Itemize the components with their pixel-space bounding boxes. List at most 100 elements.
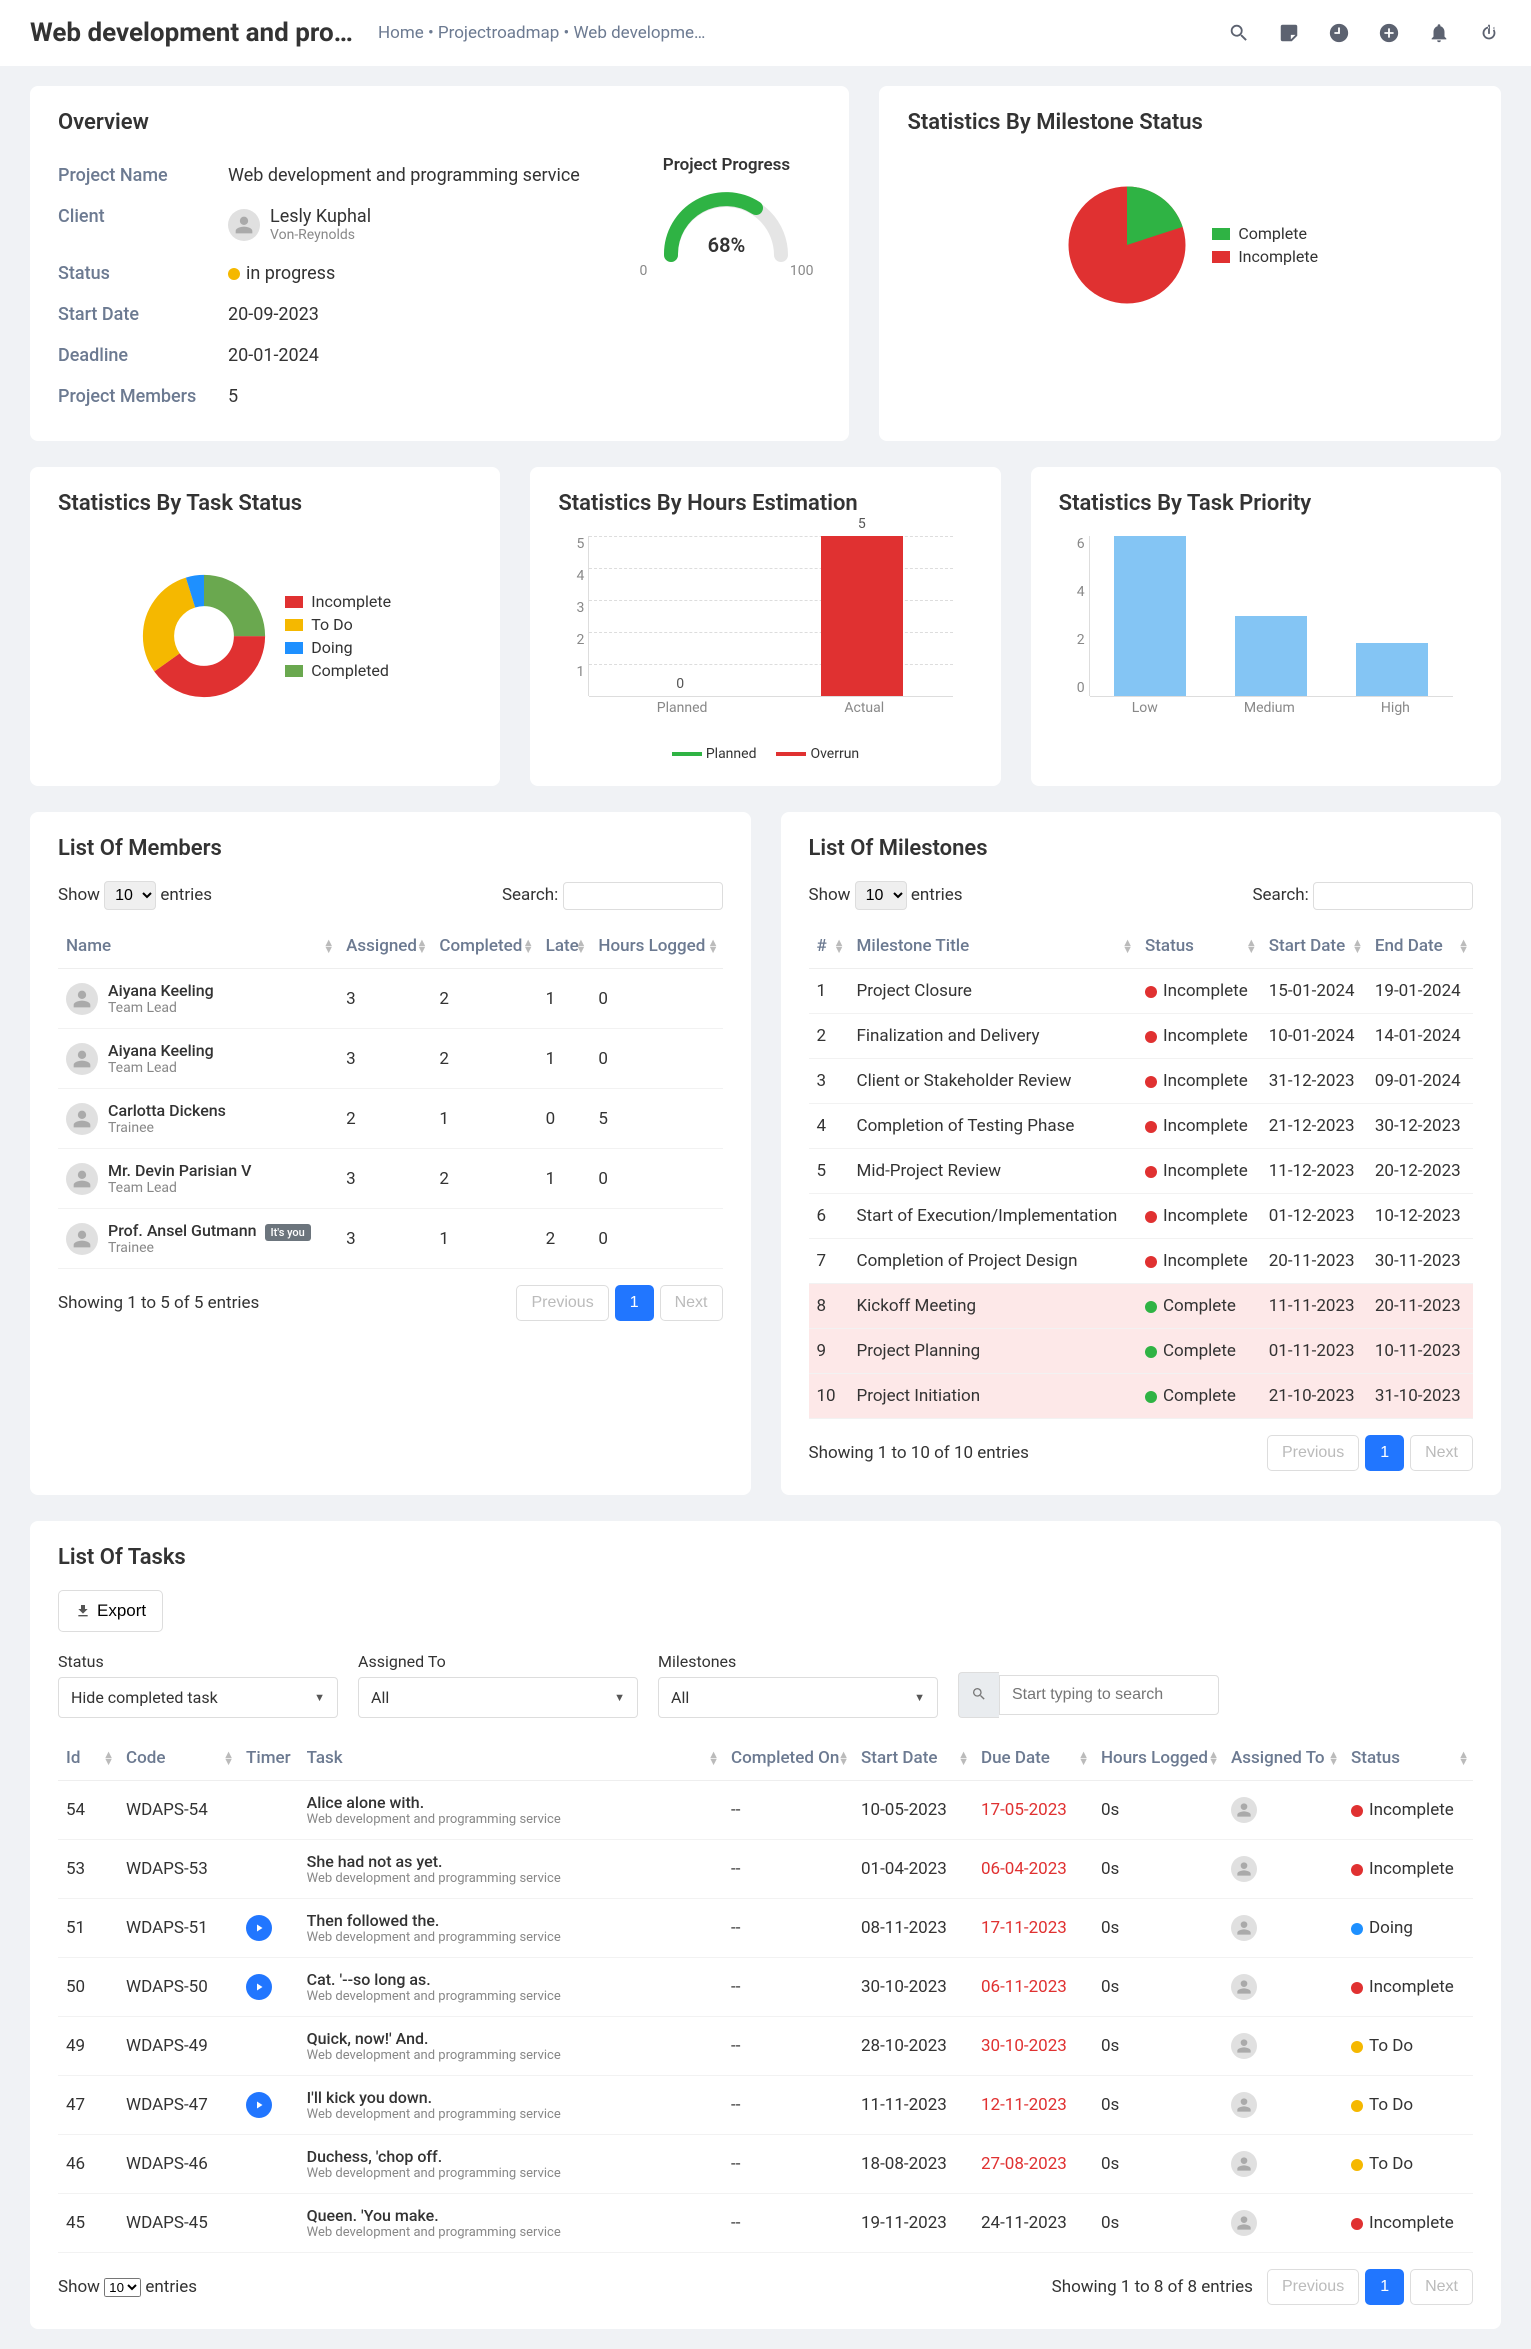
members-page-1[interactable]: 1 — [615, 1285, 654, 1321]
table-row: Mr. Devin Parisian VTeam Lead 3210 — [58, 1149, 723, 1209]
avatar — [66, 1223, 98, 1255]
milestone-stats-card: Statistics By Milestone Status Complete … — [879, 86, 1501, 441]
table-row: 6 Start of Execution/Implementation Inco… — [809, 1194, 1474, 1239]
milestones-search-input[interactable] — [1313, 882, 1473, 910]
tasks-search-input[interactable] — [999, 1675, 1219, 1715]
status-dot — [1145, 1391, 1157, 1403]
status-dot — [1145, 986, 1157, 998]
add-icon[interactable] — [1377, 21, 1401, 45]
breadcrumb-home[interactable]: Home — [378, 23, 424, 43]
status-filter[interactable]: Hide completed task — [58, 1677, 338, 1718]
members-next[interactable]: Next — [660, 1285, 723, 1321]
table-row: 46 WDAPS-46 Duchess, 'chop off.Web devel… — [58, 2135, 1473, 2194]
table-row: Carlotta DickensTrainee 2105 — [58, 1089, 723, 1149]
search-icon — [958, 1672, 999, 1718]
hours-bar-chart: 54321 0 5 PlannedActual — [558, 536, 972, 736]
table-row: 1 Project Closure Incomplete 15-01-2024 … — [809, 969, 1474, 1014]
members-show-select[interactable]: 10 — [104, 881, 156, 910]
breadcrumb: Home • Projectroadmap • Web developme… — [378, 23, 705, 43]
avatar — [66, 1043, 98, 1075]
members-prev[interactable]: Previous — [516, 1285, 608, 1321]
status-dot — [1351, 2159, 1363, 2171]
status-dot — [1145, 1076, 1157, 1088]
milestones-page-1[interactable]: 1 — [1365, 1435, 1404, 1471]
avatar — [66, 1103, 98, 1135]
status-dot — [1351, 2100, 1363, 2112]
members-card: List Of Members Show 10 entries Search: … — [30, 812, 751, 1495]
avatar — [228, 209, 260, 241]
milestone-filter[interactable]: All — [658, 1677, 938, 1718]
tasks-card: List Of Tasks Export Status Hide complet… — [30, 1521, 1501, 2329]
status-dot — [1145, 1301, 1157, 1313]
milestones-show-select[interactable]: 10 — [855, 881, 907, 910]
table-row: 10 Project Initiation Complete 21-10-202… — [809, 1374, 1474, 1419]
play-button[interactable] — [246, 1915, 272, 1941]
status-dot — [1145, 1346, 1157, 1358]
assigned-filter[interactable]: All — [358, 1677, 638, 1718]
tasks-next[interactable]: Next — [1410, 2269, 1473, 2305]
table-row: Aiyana KeelingTeam Lead 3210 — [58, 969, 723, 1029]
avatar — [1231, 2210, 1257, 2236]
clock-icon[interactable] — [1327, 21, 1351, 45]
avatar — [66, 983, 98, 1015]
table-row: 8 Kickoff Meeting Complete 11-11-2023 20… — [809, 1284, 1474, 1329]
power-icon[interactable] — [1477, 21, 1501, 45]
play-button[interactable] — [246, 1974, 272, 2000]
status-dot — [1145, 1166, 1157, 1178]
status-dot — [1145, 1256, 1157, 1268]
bell-icon[interactable] — [1427, 21, 1451, 45]
table-row: 47 WDAPS-47 I'll kick you down.Web devel… — [58, 2076, 1473, 2135]
members-search-input[interactable] — [563, 882, 723, 910]
table-row: 49 WDAPS-49 Quick, now!' And.Web develop… — [58, 2017, 1473, 2076]
milestone-pie — [1062, 180, 1192, 310]
overview-title: Overview — [58, 110, 821, 135]
milestones-next[interactable]: Next — [1410, 1435, 1473, 1471]
tasks-show-select[interactable]: 10 — [104, 2278, 141, 2297]
table-row: 4 Completion of Testing Phase Incomplete… — [809, 1104, 1474, 1149]
avatar — [1231, 1797, 1257, 1823]
overview-card: Overview Project NameWeb development and… — [30, 86, 849, 441]
avatar — [1231, 2033, 1257, 2059]
milestones-card: List Of Milestones Show 10 entries Searc… — [781, 812, 1502, 1495]
status-dot — [1351, 2041, 1363, 2053]
table-row: 5 Mid-Project Review Incomplete 11-12-20… — [809, 1149, 1474, 1194]
progress-gauge: Project Progress 68% 0100 — [631, 155, 821, 417]
status-dot — [1145, 1031, 1157, 1043]
status-dot — [1351, 1982, 1363, 1994]
note-icon[interactable] — [1277, 21, 1301, 45]
status-dot — [1351, 1805, 1363, 1817]
play-button[interactable] — [246, 2092, 272, 2118]
status-dot — [1145, 1121, 1157, 1133]
members-table: Name▲▼ Assigned▲▼ Completed▲▼ Late▲▼ Hou… — [58, 924, 723, 1269]
status-dot — [1145, 1211, 1157, 1223]
table-row: 53 WDAPS-53 She had not as yet.Web devel… — [58, 1840, 1473, 1899]
tasks-prev[interactable]: Previous — [1267, 2269, 1359, 2305]
avatar — [66, 1163, 98, 1195]
task-status-card: Statistics By Task Status Incomplete To … — [30, 467, 500, 786]
breadcrumb-current[interactable]: Web developme… — [573, 23, 705, 43]
avatar — [1231, 1915, 1257, 1941]
table-row: 9 Project Planning Complete 01-11-2023 1… — [809, 1329, 1474, 1374]
table-row: 7 Completion of Project Design Incomplet… — [809, 1239, 1474, 1284]
tasks-page-1[interactable]: 1 — [1365, 2269, 1404, 2305]
its-you-badge: It's you — [265, 1224, 311, 1241]
avatar — [1231, 1856, 1257, 1882]
search-icon[interactable] — [1227, 21, 1251, 45]
task-priority-card: Statistics By Task Priority 6420 LowMedi… — [1031, 467, 1501, 786]
export-button[interactable]: Export — [58, 1590, 163, 1632]
priority-bar-chart: 6420 LowMediumHigh — [1059, 536, 1473, 736]
hours-est-card: Statistics By Hours Estimation 54321 0 5… — [530, 467, 1000, 786]
table-row: Prof. Ansel Gutmann It's youTrainee 3120 — [58, 1209, 723, 1269]
table-row: 50 WDAPS-50 Cat. '--so long as.Web devel… — [58, 1958, 1473, 2017]
avatar — [1231, 2151, 1257, 2177]
topbar: Web development and program… Home • Proj… — [0, 0, 1531, 66]
table-row: 45 WDAPS-45 Queen. 'You make.Web develop… — [58, 2194, 1473, 2253]
avatar — [1231, 1974, 1257, 2000]
table-row: 51 WDAPS-51 Then followed the.Web develo… — [58, 1899, 1473, 1958]
milestones-prev[interactable]: Previous — [1267, 1435, 1359, 1471]
status-dot — [1351, 1923, 1363, 1935]
milestones-table: #▲▼ Milestone Title▲▼ Status▲▼ Start Dat… — [809, 924, 1474, 1419]
breadcrumb-roadmap[interactable]: Projectroadmap — [438, 23, 559, 43]
avatar — [1231, 2092, 1257, 2118]
table-row: Aiyana KeelingTeam Lead 3210 — [58, 1029, 723, 1089]
